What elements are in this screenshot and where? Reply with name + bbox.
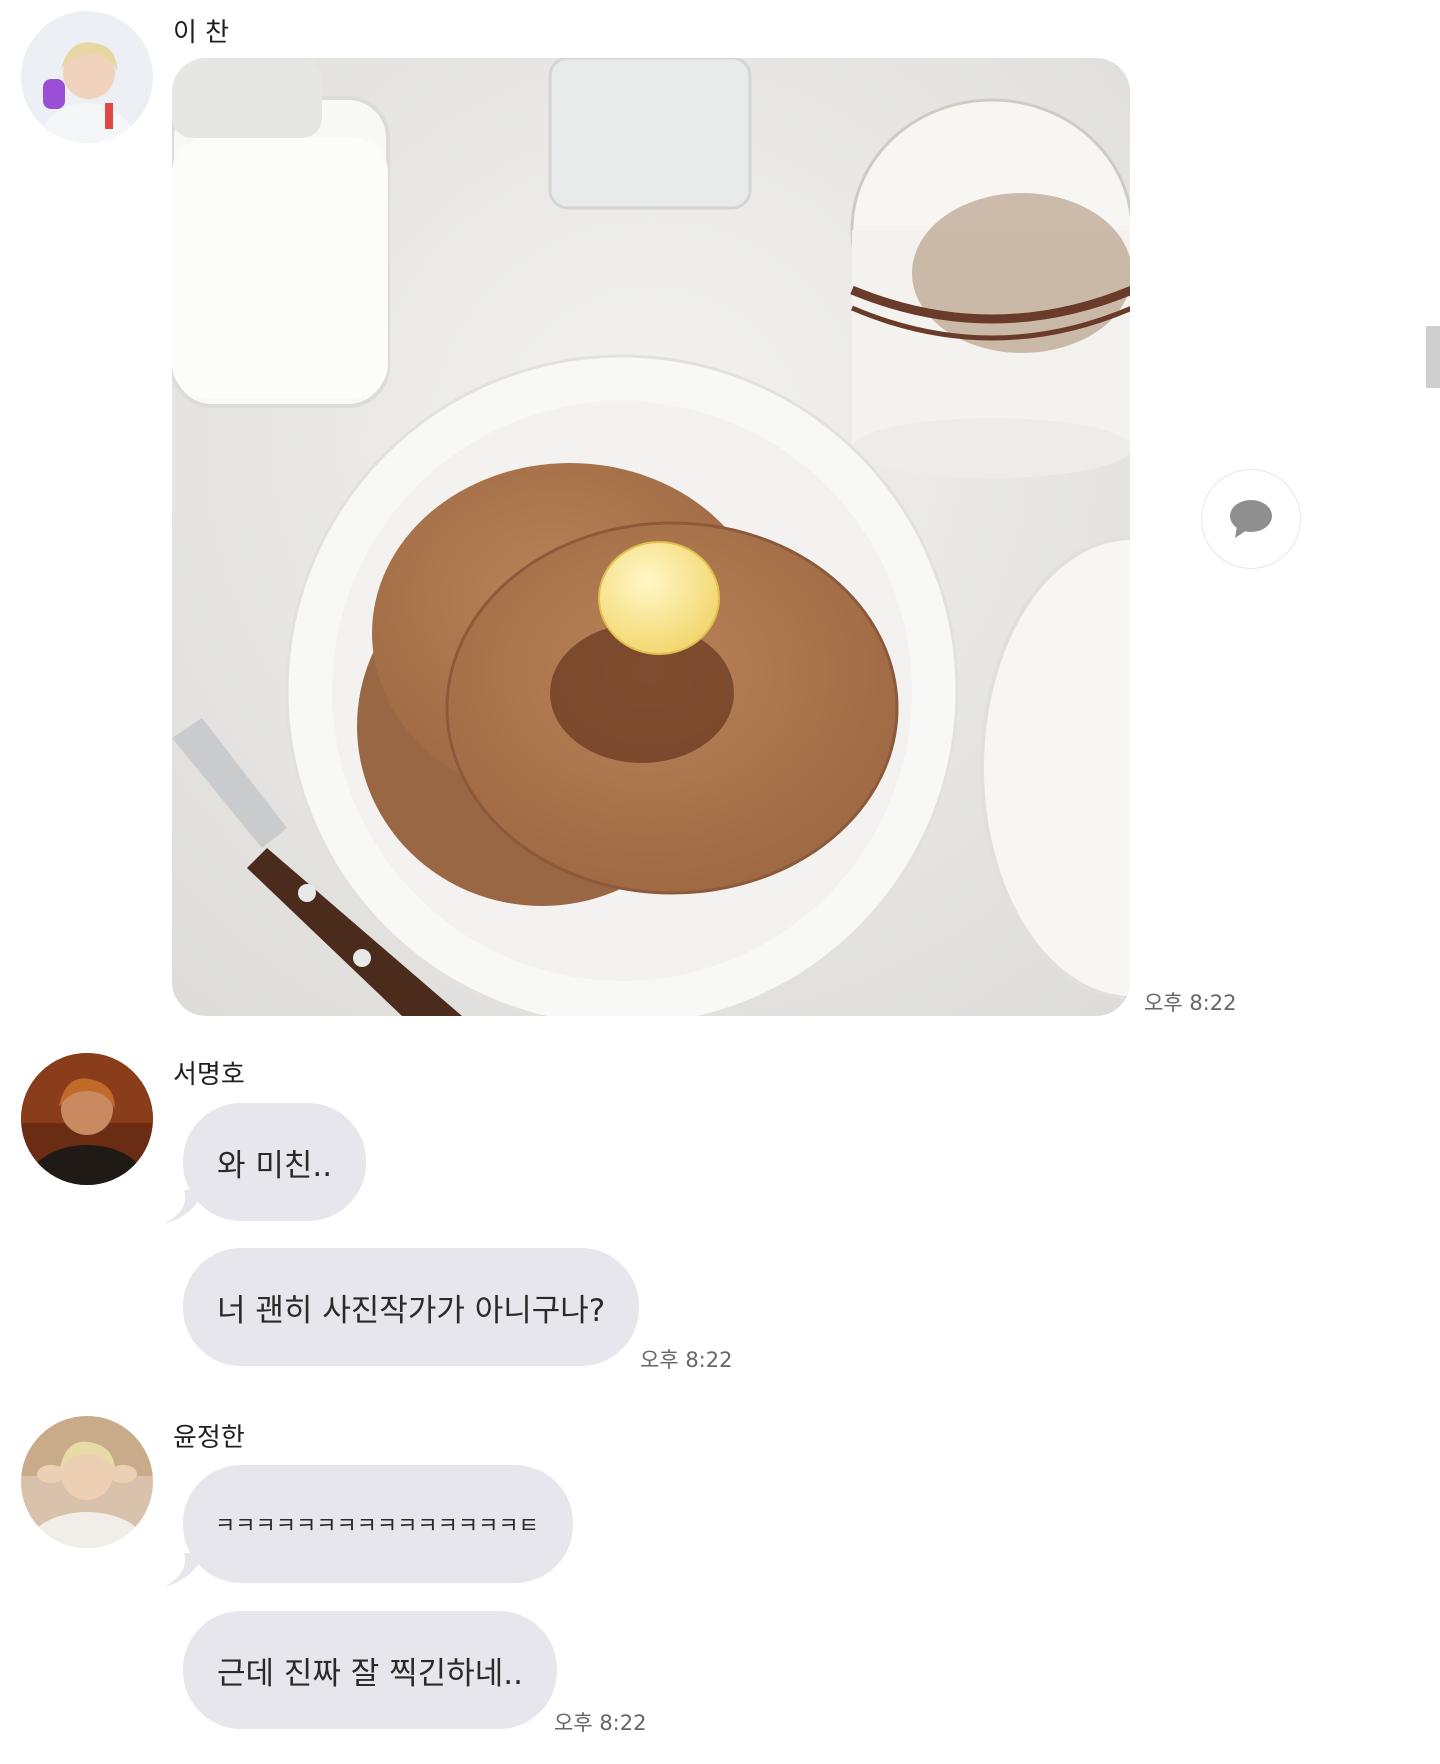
avatar-yoon-jeonghan[interactable] xyxy=(21,1416,153,1548)
avatar-seo-myungho[interactable] xyxy=(21,1053,153,1185)
shared-photo[interactable] xyxy=(172,58,1130,1016)
message-time: 오후 8:22 xyxy=(1144,991,1237,1015)
speech-bubble-icon xyxy=(1230,500,1272,538)
scrollbar-thumb[interactable] xyxy=(1426,326,1440,388)
sender-name: 서명호 xyxy=(173,1060,245,1090)
comment-button[interactable] xyxy=(1201,469,1301,569)
message-bubble[interactable]: 와 미친.. xyxy=(183,1103,367,1221)
avatar-lee-chan[interactable] xyxy=(21,11,153,143)
message-bubble[interactable]: 근데 진짜 잘 찍긴하네.. xyxy=(183,1611,557,1729)
message-bubble[interactable]: ㅋㅋㅋㅋㅋㅋㅋㅋㅋㅋㅋㅋㅋㅋㅋㅌ xyxy=(183,1465,573,1583)
sender-name: 이 찬 xyxy=(173,18,230,48)
sender-name: 윤정한 xyxy=(173,1423,245,1453)
message-time: 오후 8:22 xyxy=(640,1348,733,1372)
message-bubble[interactable]: 너 괜히 사진작가가 아니구나? xyxy=(183,1248,640,1366)
message-time: 오후 8:22 xyxy=(554,1711,647,1735)
